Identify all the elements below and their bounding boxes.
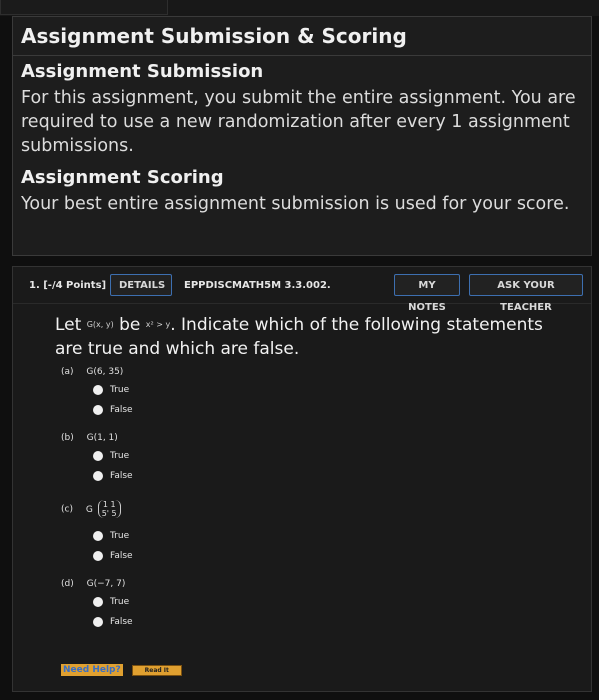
part-label: (b) [61,433,74,443]
argument-bottom: 5' 5 [101,509,117,518]
part-b: (b) G(1, 1) [61,433,118,443]
stem-condition: x² > y [145,320,171,329]
part-label: (a) [61,367,74,377]
radio-icon[interactable] [93,471,103,481]
top-strip [0,0,599,16]
radio-icon[interactable] [93,385,103,395]
radio-icon[interactable] [93,617,103,627]
question-header: 1. [-/4 Points] DETAILS EPPDISCMATH5M 3.… [13,267,591,313]
question-code: EPPDISCMATH5M 3.3.002. [184,280,331,291]
part-a-true-option[interactable]: True [93,385,129,396]
details-button[interactable]: DETAILS [110,274,172,296]
read-it-button[interactable]: Read It [131,665,182,676]
stem-be: be [119,315,141,335]
radio-icon[interactable] [93,531,103,541]
radio-icon[interactable] [93,597,103,607]
stem-function: G(x, y) [86,320,114,329]
help-row: Need Help? Read It [61,657,182,676]
question-stem: Let G(x, y) be x² > y. Indicate which of… [55,313,575,361]
part-a-false-option[interactable]: False [93,405,133,416]
my-notes-button[interactable]: MY NOTES [394,274,460,313]
scoring-text: Your best entire assignment submission i… [21,194,570,214]
submission-heading: Assignment Submission [21,61,264,82]
question-card: 1. [-/4 Points] DETAILS EPPDISCMATH5M 3.… [12,266,592,692]
part-c-argument: 1 1 5' 5 [97,500,121,518]
part-b-true-option[interactable]: True [93,451,129,462]
question-number: 1. [-/4 Points] [29,280,107,291]
part-label: (d) [61,579,74,589]
stem-let: Let [55,315,82,335]
part-c-true-option[interactable]: True [93,531,129,542]
panel-title: Assignment Submission & Scoring [13,17,591,56]
part-b-false-option[interactable]: False [93,471,133,482]
top-tab [0,0,168,15]
radio-icon[interactable] [93,405,103,415]
assignment-info-panel: Assignment Submission & Scoring Assignme… [12,16,592,256]
argument-top: 1 1 [102,500,116,509]
part-d: (d) G(−7, 7) [61,579,125,589]
submission-text: For this assignment, you submit the enti… [21,88,576,156]
part-expression: G(1, 1) [86,433,118,443]
part-d-false-option[interactable]: False [93,617,133,628]
part-a: (a) G(6, 35) [61,367,123,377]
part-d-true-option[interactable]: True [93,597,129,608]
part-expression: G [85,504,93,515]
radio-icon[interactable] [93,451,103,461]
part-expression: G(6, 35) [86,367,124,377]
part-expression: G(−7, 7) [86,579,126,589]
scoring-heading: Assignment Scoring [21,167,224,188]
part-label: (c) [61,504,73,515]
radio-icon[interactable] [93,551,103,561]
part-c-false-option[interactable]: False [93,551,133,562]
part-c: (c) G 1 1 5' 5 [61,500,121,518]
ask-teacher-button[interactable]: ASK YOUR TEACHER [469,274,583,313]
need-help-label: Need Help? [61,664,123,676]
